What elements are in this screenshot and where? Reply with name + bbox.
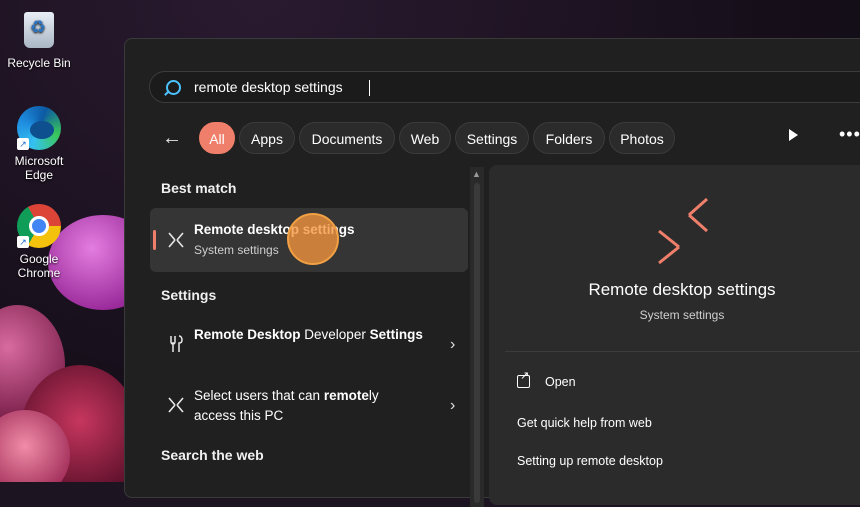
desktop-icon-recycle-bin[interactable]: Recycle Bin [4,10,74,70]
preview-pane: Remote desktop settings System settings … [489,165,860,505]
click-indicator [287,213,339,265]
desktop-icon-edge[interactable]: ↗ Microsoft Edge [4,106,74,182]
scrollbar-thumb[interactable] [474,183,480,503]
desktop-icon-label: Microsoft Edge [14,154,64,182]
filter-web[interactable]: Web [399,122,451,154]
action-quick-help[interactable]: Get quick help from web [517,416,652,430]
more-options-icon[interactable]: ••• [839,124,860,145]
filter-settings[interactable]: Settings [455,122,529,154]
text-caret [369,80,370,96]
shortcut-arrow-icon: ↗ [17,236,29,248]
preview-subtitle: System settings [639,308,725,322]
desktop-icon-label: Recycle Bin [7,56,71,70]
selection-indicator [153,230,156,250]
filter-all[interactable]: All [199,122,235,154]
remote-desktop-large-icon [655,195,713,265]
desktop-icon-label: Google Chrome [17,252,61,280]
scroll-up-icon[interactable]: ▲ [472,169,481,179]
recycle-bin-icon [22,12,56,52]
shortcut-arrow-icon: ↗ [17,138,29,150]
open-external-icon [517,369,530,388]
edge-icon: ↗ [17,106,61,150]
filter-folders[interactable]: Folders [533,122,605,154]
desktop-icon-chrome[interactable]: ↗ Google Chrome [4,204,74,280]
search-panel: ← All Apps Documents Web Settings Folder… [124,38,860,507]
section-title-settings: Settings [161,287,217,303]
remote-desktop-icon [166,230,186,250]
settings-result-select-users[interactable]: Select users that can remotely access th… [150,379,468,435]
best-match-subtitle: System settings [194,243,279,257]
settings-result-label: Remote Desktop Developer Settings [194,327,423,342]
play-icon[interactable] [789,129,798,141]
scrollbar[interactable]: ▲ [470,167,484,507]
filter-documents[interactable]: Documents [299,122,395,154]
divider [505,351,860,352]
chevron-right-icon[interactable]: › [450,336,455,354]
chrome-icon: ↗ [17,204,61,248]
action-open[interactable]: Open [545,375,576,389]
settings-result-developer[interactable]: Remote Desktop Developer Settings › [150,318,468,374]
action-setting-up[interactable]: Setting up remote desktop [517,454,663,468]
remote-desktop-icon [166,395,186,415]
preview-title: Remote desktop settings [588,280,776,299]
section-title-best-match: Best match [161,180,237,196]
search-icon [166,80,181,95]
filter-photos[interactable]: Photos [609,122,675,154]
chevron-right-icon[interactable]: › [450,397,455,415]
search-input[interactable] [194,72,794,102]
settings-result-label: Select users that can remotely access th… [194,388,379,423]
section-title-search-web: Search the web [161,447,264,463]
filter-apps[interactable]: Apps [239,122,295,154]
back-arrow-icon[interactable]: ← [159,125,185,151]
developer-tools-icon [166,334,186,354]
search-box[interactable] [149,71,860,103]
